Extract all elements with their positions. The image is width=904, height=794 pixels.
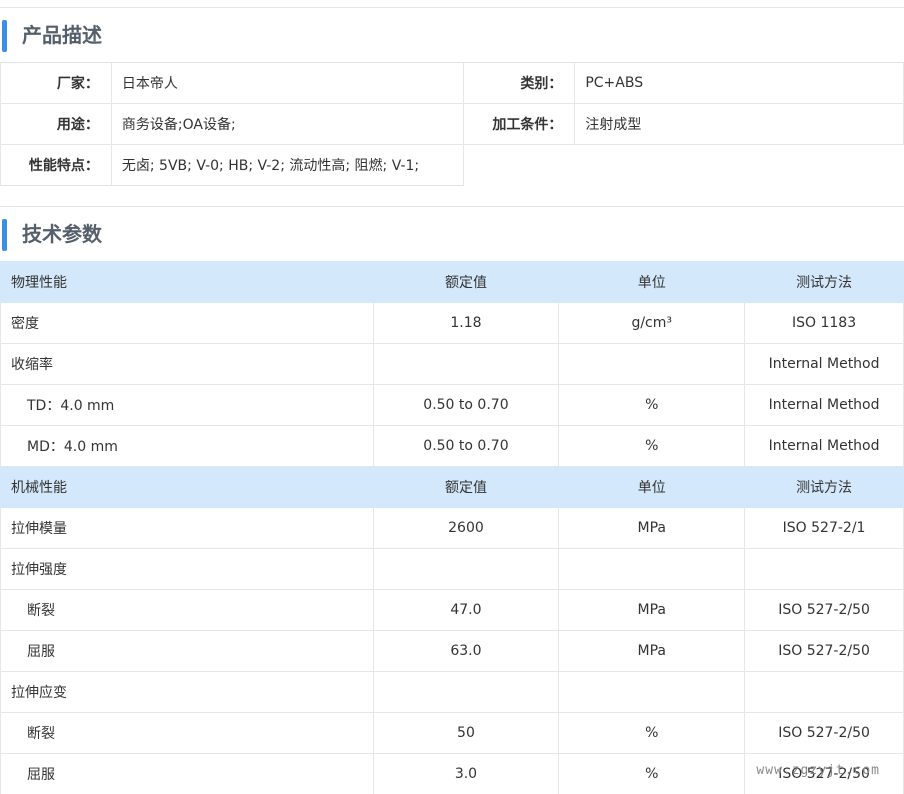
tech-section-header: 技术参数 <box>0 206 904 262</box>
param-unit-cell: % <box>558 712 746 754</box>
table-row: 拉伸强度 <box>0 548 904 590</box>
param-value-cell: 0.50 to 0.70 <box>372 384 560 426</box>
param-unit-cell: MPa <box>558 630 746 672</box>
param-method-cell: 测试方法 <box>744 466 904 508</box>
param-value-cell <box>372 548 560 590</box>
category-value: PC+ABS <box>574 62 904 104</box>
param-unit-cell: MPa <box>558 507 746 549</box>
info-row: 厂家： 日本帝人 类别： PC+ABS <box>0 62 904 104</box>
param-name-cell: 拉伸应变 <box>0 671 374 713</box>
param-name-cell: 屈服 <box>0 630 374 672</box>
param-name-cell: 收缩率 <box>0 343 374 385</box>
param-value-cell <box>372 343 560 385</box>
param-unit-cell: g/cm³ <box>558 302 746 344</box>
param-name-cell: 拉伸强度 <box>0 548 374 590</box>
features-value: 无卤; 5VB; V-0; HB; V-2; 流动性高; 阻燃; V-1; <box>110 144 465 186</box>
product-info-table: 厂家： 日本帝人 类别： PC+ABS 用途： 商务设备;OA设备; 加工条件：… <box>0 62 904 186</box>
table-row: MD：4.0 mm 0.50 to 0.70% Internal Method <box>0 425 904 467</box>
param-unit-cell <box>558 548 746 590</box>
info-row: 性能特点： 无卤; 5VB; V-0; HB; V-2; 流动性高; 阻燃; V… <box>0 144 904 186</box>
param-name-cell: 断裂 <box>0 712 374 754</box>
category-label: 类别： <box>463 62 576 104</box>
param-unit-cell: MPa <box>558 589 746 631</box>
table-row: 密度 1.18 g/cm³ ISO 1183 <box>0 302 904 344</box>
param-unit-cell <box>558 671 746 713</box>
param-name-cell: MD：4.0 mm <box>0 425 374 467</box>
table-row: 收缩率 Internal Method <box>0 343 904 385</box>
param-value-cell: 额定值 <box>372 466 560 508</box>
param-name-cell: 机械性能 <box>0 466 374 508</box>
table-group-header: 机械性能 额定值 单位 测试方法 <box>0 466 904 508</box>
description-section-title: 产品描述 <box>22 23 102 47</box>
param-value-cell: 2600 <box>372 507 560 549</box>
processing-value: 注射成型 <box>574 103 904 145</box>
info-empty-cell <box>463 144 904 186</box>
param-name-cell: TD：4.0 mm <box>0 384 374 426</box>
manufacturer-label: 厂家： <box>0 62 112 104</box>
processing-label: 加工条件： <box>463 103 576 145</box>
param-name-cell: 屈服 <box>0 753 374 794</box>
param-name-cell: 拉伸模量 <box>0 507 374 549</box>
param-unit-cell: % <box>558 425 746 467</box>
description-section-header: 产品描述 <box>0 7 904 63</box>
param-value-cell: 63.0 <box>372 630 560 672</box>
param-value-cell: 额定值 <box>372 261 560 303</box>
param-unit-cell <box>558 343 746 385</box>
param-method-cell: ISO 527-2/50 <box>744 589 904 631</box>
param-value-cell <box>372 671 560 713</box>
table-row: 拉伸应变 <box>0 671 904 713</box>
section-accent-bar <box>2 20 7 52</box>
tech-section-title: 技术参数 <box>22 222 102 246</box>
param-name-cell: 断裂 <box>0 589 374 631</box>
table-row: TD：4.0 mm 0.50 to 0.70% Internal Method <box>0 384 904 426</box>
param-value-cell: 47.0 <box>372 589 560 631</box>
table-group-header: 物理性能 额定值 单位 测试方法 <box>0 261 904 303</box>
table-row: 屈服 63.0 MPa ISO 527-2/50 <box>0 630 904 672</box>
param-unit-cell: % <box>558 384 746 426</box>
param-name-cell: 密度 <box>0 302 374 344</box>
param-method-cell: ISO 527-2/50 <box>744 630 904 672</box>
param-method-cell: Internal Method <box>744 425 904 467</box>
param-unit-cell: % <box>558 753 746 794</box>
param-value-cell: 50 <box>372 712 560 754</box>
param-method-cell: ISO 527-2/1 <box>744 507 904 549</box>
param-value-cell: 3.0 <box>372 753 560 794</box>
param-unit-cell: 单位 <box>558 466 746 508</box>
param-method-cell: ISO 527-2/50 <box>744 712 904 754</box>
usage-value: 商务设备;OA设备; <box>110 103 465 145</box>
param-value-cell: 1.18 <box>372 302 560 344</box>
param-unit-cell: 单位 <box>558 261 746 303</box>
param-value-cell: 0.50 to 0.70 <box>372 425 560 467</box>
info-row: 用途： 商务设备;OA设备; 加工条件： 注射成型 <box>0 103 904 145</box>
tech-params-table: 物理性能 额定值 单位 测试方法 密度 1.18 g/cm³ ISO 1183 收缩率 Inter… <box>0 261 904 794</box>
manufacturer-value: 日本帝人 <box>110 62 465 104</box>
table-row: 断裂 47.0 MPa ISO 527-2/50 <box>0 589 904 631</box>
table-row: 拉伸模量 2600 MPa ISO 527-2/1 <box>0 507 904 549</box>
param-method-cell: 测试方法 <box>744 261 904 303</box>
param-method-cell: Internal Method <box>744 343 904 385</box>
param-method-cell <box>744 671 904 713</box>
features-label: 性能特点： <box>0 144 112 186</box>
param-name-cell: 物理性能 <box>0 261 374 303</box>
usage-label: 用途： <box>0 103 112 145</box>
param-method-cell <box>744 548 904 590</box>
param-method-cell: Internal Method <box>744 384 904 426</box>
table-row: 断裂 50% ISO 527-2/50 <box>0 712 904 754</box>
watermark: www.zgzyjt.com <box>756 763 880 778</box>
param-method-cell: ISO 1183 <box>744 302 904 344</box>
section-accent-bar <box>2 219 7 251</box>
